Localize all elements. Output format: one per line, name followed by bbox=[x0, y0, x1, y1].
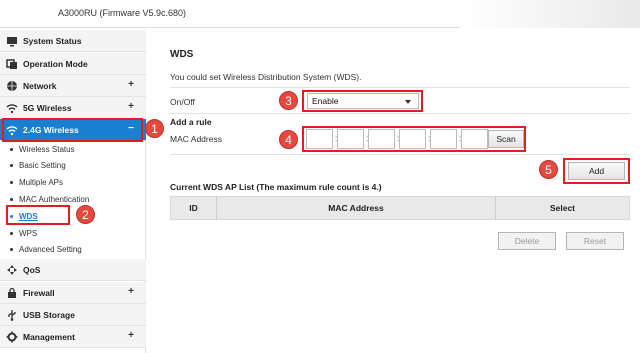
expand-icon[interactable]: + bbox=[128, 79, 134, 90]
sidebar-item-label: QoS bbox=[23, 264, 41, 275]
divider bbox=[170, 113, 630, 114]
wds-ap-table: ID MAC Address Select bbox=[170, 196, 630, 220]
sidebar-subitem-basic-setting[interactable]: Basic Setting bbox=[0, 157, 146, 174]
step-badge-2: 2 bbox=[76, 205, 95, 224]
highlight-onoff bbox=[302, 90, 423, 112]
expand-icon[interactable]: + bbox=[128, 101, 134, 112]
bullet-icon bbox=[10, 181, 13, 184]
gear-icon bbox=[6, 331, 18, 343]
sidebar: System Status Operation Mode Network + 5… bbox=[0, 29, 146, 353]
table-header-id: ID bbox=[189, 203, 198, 213]
firmware-version: A3000RU (Firmware V5.9c.680) bbox=[58, 8, 187, 18]
sidebar-item-label: Network bbox=[23, 80, 57, 91]
sidebar-subitem-advanced-setting[interactable]: Advanced Setting bbox=[0, 241, 146, 258]
sidebar-item-5g-wireless[interactable]: 5G Wireless + bbox=[0, 97, 146, 119]
sidebar-subitem-label: Advanced Setting bbox=[19, 245, 82, 254]
sidebar-item-network[interactable]: Network + bbox=[0, 75, 146, 97]
sidebar-subitem-label: MAC Authentication bbox=[19, 195, 90, 204]
sidebar-item-label: Management bbox=[23, 331, 75, 342]
wifi-icon bbox=[6, 102, 18, 114]
sidebar-item-label: USB Storage bbox=[23, 309, 75, 320]
sidebar-subitem-wireless-status[interactable]: Wireless Status bbox=[0, 141, 146, 158]
sidebar-item-label: Firewall bbox=[23, 287, 55, 298]
page-description: You could set Wireless Distribution Syst… bbox=[170, 72, 362, 82]
bullet-icon bbox=[10, 248, 13, 251]
top-bar: A3000RU (Firmware V5.9c.680) bbox=[0, 0, 640, 28]
table-header-select: Select bbox=[549, 203, 576, 213]
page-title: WDS bbox=[170, 49, 194, 60]
sidebar-item-system-status[interactable]: System Status bbox=[0, 30, 146, 52]
usb-icon bbox=[6, 309, 18, 321]
step-badge-1: 1 bbox=[145, 119, 164, 138]
mode-icon bbox=[6, 58, 18, 70]
top-bar-shade bbox=[460, 0, 640, 28]
lock-icon bbox=[6, 287, 18, 299]
bullet-icon bbox=[10, 232, 13, 235]
add-rule-heading: Add a rule bbox=[170, 117, 212, 127]
sidebar-subitem-label: WPS bbox=[19, 229, 38, 238]
sidebar-subitem-label: Wireless Status bbox=[19, 145, 75, 154]
step-badge-5: 5 bbox=[539, 160, 558, 179]
sidebar-item-usb-storage[interactable]: USB Storage bbox=[0, 304, 146, 326]
highlight-mac-address bbox=[302, 126, 526, 152]
mac-address-label: MAC Address bbox=[170, 134, 222, 144]
sidebar-subitem-label: Basic Setting bbox=[19, 161, 66, 170]
onoff-label: On/Off bbox=[170, 97, 195, 107]
bullet-icon bbox=[10, 198, 13, 201]
bullet-icon bbox=[10, 164, 13, 167]
reset-button[interactable]: Reset bbox=[566, 232, 624, 250]
globe-icon bbox=[6, 80, 18, 92]
highlight-wds bbox=[6, 205, 70, 225]
sidebar-subitem-label: Multiple APs bbox=[19, 178, 64, 187]
sidebar-subitem-wps[interactable]: WPS bbox=[0, 225, 146, 242]
delete-button[interactable]: Delete bbox=[498, 232, 556, 250]
wds-list-title: Current WDS AP List (The maximum rule co… bbox=[170, 182, 382, 192]
qos-icon bbox=[6, 264, 18, 276]
expand-icon[interactable]: + bbox=[128, 286, 134, 297]
bullet-icon bbox=[10, 148, 13, 151]
sidebar-item-firewall[interactable]: Firewall + bbox=[0, 282, 146, 304]
step-badge-3: 3 bbox=[279, 91, 298, 110]
sidebar-item-qos[interactable]: QoS bbox=[0, 259, 146, 281]
table-header-mac: MAC Address bbox=[328, 203, 384, 213]
sidebar-item-operation-mode[interactable]: Operation Mode bbox=[0, 53, 146, 75]
divider bbox=[170, 154, 630, 155]
sidebar-item-label: System Status bbox=[23, 35, 82, 46]
main-content: WDS You could set Wireless Distribution … bbox=[147, 29, 640, 353]
expand-icon[interactable]: + bbox=[128, 330, 134, 341]
sidebar-item-management[interactable]: Management + bbox=[0, 326, 146, 348]
step-badge-4: 4 bbox=[279, 130, 298, 149]
sidebar-subitem-multiple-aps[interactable]: Multiple APs bbox=[0, 174, 146, 191]
sidebar-item-label: 5G Wireless bbox=[23, 102, 72, 113]
highlight-24g-wireless bbox=[2, 118, 143, 142]
highlight-add bbox=[563, 158, 630, 184]
sidebar-item-label: Operation Mode bbox=[23, 58, 88, 69]
divider bbox=[170, 87, 630, 88]
monitor-icon bbox=[6, 35, 18, 47]
